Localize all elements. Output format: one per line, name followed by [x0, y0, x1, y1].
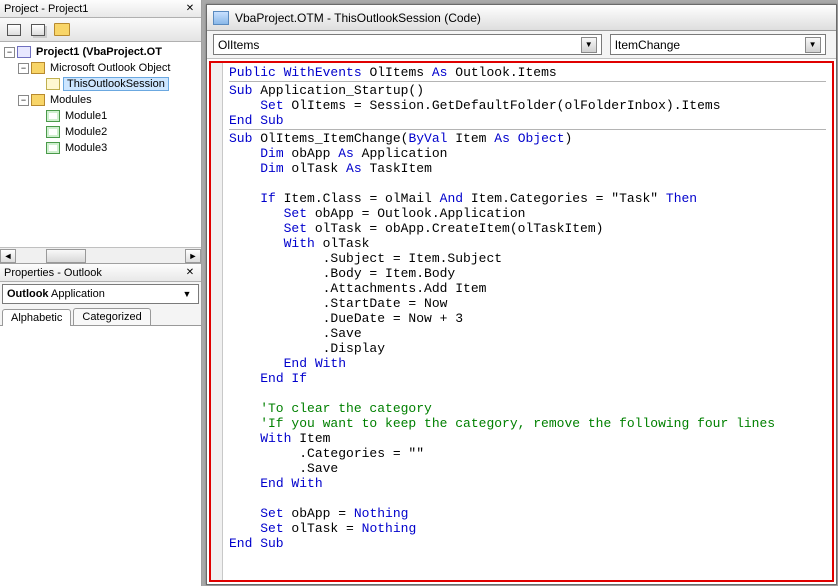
tree-this-outlook-session[interactable]: ThisOutlookSession	[0, 76, 201, 92]
tree-module-2-label: Module2	[63, 126, 109, 138]
scroll-thumb[interactable]	[46, 249, 86, 263]
module-icon	[46, 126, 60, 138]
tree-root[interactable]: − Project1 (VbaProject.OT	[0, 44, 201, 60]
project-panel-header: Project - Project1 ✕	[0, 0, 201, 18]
tree-outlook-objects[interactable]: − Microsoft Outlook Object	[0, 60, 201, 76]
mdi-area: VbaProject.OTM - ThisOutlookSession (Cod…	[202, 0, 838, 586]
scroll-right-icon[interactable]: ►	[185, 249, 201, 263]
session-icon	[46, 78, 60, 90]
dropdown-icon[interactable]: ▼	[805, 37, 821, 53]
dropdown-icon[interactable]: ▼	[581, 37, 597, 53]
code-window-title: VbaProject.OTM - ThisOutlookSession (Cod…	[235, 11, 481, 25]
code-combo-row: OlItems ▼ ItemChange ▼	[207, 31, 836, 59]
scroll-left-icon[interactable]: ◄	[0, 249, 16, 263]
properties-panel-close-icon[interactable]: ✕	[183, 266, 197, 280]
expander-icon[interactable]: −	[4, 47, 15, 58]
expander-icon[interactable]: −	[18, 95, 29, 106]
expander-icon[interactable]: −	[18, 63, 29, 74]
tree-this-outlook-session-label: ThisOutlookSession	[63, 77, 169, 91]
properties-object-type: Application	[51, 288, 105, 300]
view-object-icon[interactable]	[28, 21, 48, 39]
code-window: VbaProject.OTM - ThisOutlookSession (Cod…	[206, 4, 837, 585]
project-icon	[17, 46, 31, 58]
view-code-icon[interactable]	[4, 21, 24, 39]
folder-icon	[31, 62, 45, 74]
properties-object-name: Outlook	[7, 288, 49, 300]
properties-tabs: Alphabetic Categorized	[0, 306, 201, 326]
tree-modules-folder-label: Modules	[48, 94, 94, 106]
project-toolbar	[0, 18, 201, 42]
code-gutter	[211, 63, 223, 580]
module-icon	[46, 110, 60, 122]
tree-module-2[interactable]: Module2	[0, 124, 201, 140]
code-window-titlebar[interactable]: VbaProject.OTM - ThisOutlookSession (Cod…	[207, 5, 836, 31]
code-area: Public WithEvents OlItems As Outlook.Ite…	[209, 61, 834, 582]
tree-module-3[interactable]: Module3	[0, 140, 201, 156]
tree-module-1[interactable]: Module1	[0, 108, 201, 124]
module-icon	[46, 142, 60, 154]
properties-panel-header: Properties - Outlook ✕	[0, 264, 201, 282]
tab-categorized[interactable]: Categorized	[73, 308, 150, 325]
code-window-icon	[213, 11, 229, 25]
tree-module-1-label: Module1	[63, 110, 109, 122]
tree-module-3-label: Module3	[63, 142, 109, 154]
tree-horizontal-scrollbar[interactable]: ◄ ►	[0, 247, 201, 263]
project-tree[interactable]: − Project1 (VbaProject.OT − Microsoft Ou…	[0, 42, 201, 247]
tree-root-label: Project1 (VbaProject.OT	[34, 46, 164, 58]
toggle-folders-icon[interactable]	[52, 21, 72, 39]
properties-panel: Properties - Outlook ✕ Outlook Applicati…	[0, 263, 201, 586]
tab-alphabetic[interactable]: Alphabetic	[2, 309, 71, 326]
project-panel-title: Project - Project1	[4, 3, 88, 15]
procedure-combo[interactable]: ItemChange ▼	[610, 34, 826, 55]
tree-outlook-objects-label: Microsoft Outlook Object	[48, 62, 172, 74]
dropdown-icon[interactable]: ▼	[180, 289, 194, 299]
object-combo-value: OlItems	[218, 38, 259, 52]
properties-object-selector[interactable]: Outlook Application ▼	[2, 284, 199, 304]
code-editor[interactable]: Public WithEvents OlItems As Outlook.Ite…	[223, 63, 832, 580]
properties-grid[interactable]	[0, 326, 201, 586]
procedure-combo-value: ItemChange	[615, 38, 680, 52]
tree-modules-folder[interactable]: − Modules	[0, 92, 201, 108]
left-pane: Project - Project1 ✕ − Project1 (VbaProj…	[0, 0, 202, 586]
object-combo[interactable]: OlItems ▼	[213, 34, 602, 55]
folder-icon	[31, 94, 45, 106]
project-panel-close-icon[interactable]: ✕	[183, 2, 197, 16]
properties-panel-title: Properties - Outlook	[4, 267, 102, 279]
